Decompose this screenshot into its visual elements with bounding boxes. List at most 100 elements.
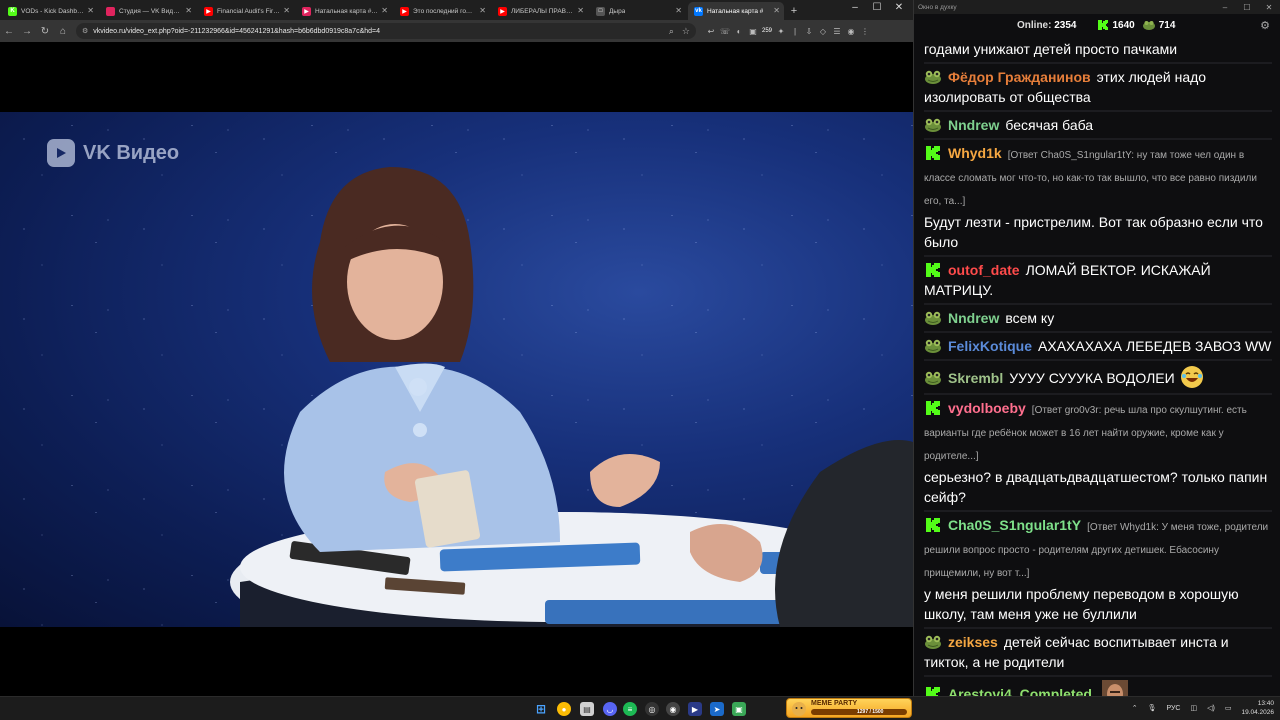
site-info-icon[interactable]: ⚙	[82, 27, 88, 35]
meme-party-title: MEME PARTY	[811, 700, 858, 707]
file-explorer-icon[interactable]: ▤	[580, 702, 594, 716]
extension-icon[interactable]: ☏	[718, 27, 732, 36]
browser-window: K VODs - Kick Dashboard ✕ Студия — VK Видео…	[0, 0, 913, 696]
telegram-icon[interactable]: ➤	[710, 702, 724, 716]
extension-icon[interactable]: ◇	[816, 27, 830, 36]
chat-message[interactable]: FelixKotique АХАХАХАХА ЛЕБЕДЕВ ЗАВОЗ WW	[924, 333, 1272, 361]
browser-tab[interactable]: K VODs - Kick Dashboard ✕	[2, 2, 98, 20]
chat-message[interactable]: годами унижают детей просто пачками	[924, 36, 1272, 64]
chat-message[interactable]: Arestovi4_Completed	[924, 677, 1272, 696]
forward-icon[interactable]: →	[18, 26, 36, 37]
chat-message-text: годами унижают детей просто пачками	[924, 41, 1178, 57]
cast-icon[interactable]: ☰	[830, 27, 844, 36]
close-window-icon[interactable]: ✕	[1258, 3, 1280, 12]
volume-icon[interactable]: ◁)	[1207, 704, 1215, 712]
tab-close-icon[interactable]: ✕	[87, 6, 94, 15]
clock[interactable]: 13:40 19.04.2026	[1241, 699, 1274, 717]
chat-username[interactable]: Nndrew	[948, 310, 999, 326]
face-emote	[1101, 680, 1128, 696]
chat-window-title: Окно в духку	[918, 3, 957, 11]
profile-icon[interactable]: ◉	[844, 27, 858, 36]
frog-badge-icon	[924, 69, 942, 85]
kick-badge-icon	[924, 145, 942, 161]
close-window-icon[interactable]: ✕	[888, 2, 910, 13]
bookmark-star-icon[interactable]: ☆	[682, 26, 690, 37]
tab-close-icon[interactable]: ✕	[773, 6, 780, 15]
app-icon[interactable]: ◉	[666, 702, 680, 716]
chat-username[interactable]: Cha0S_S1ngular1tY	[948, 517, 1081, 533]
tab-close-icon[interactable]: ✕	[381, 6, 388, 15]
extension-badge-icon[interactable]: 259	[760, 28, 774, 34]
extension-icon[interactable]: ↩	[704, 27, 718, 36]
chat-username[interactable]: Skrembl	[948, 370, 1003, 386]
tab-close-icon[interactable]: ✕	[675, 6, 682, 15]
vk-video-logo-text: VK Видео	[83, 141, 180, 164]
frog-viewers: 714	[1142, 20, 1175, 31]
windows-start-icon[interactable]: ⊞	[534, 702, 548, 716]
battery-icon[interactable]: ▭	[1225, 704, 1232, 712]
chevron-up-icon[interactable]: ⌃	[1132, 704, 1138, 712]
settings-gear-icon[interactable]: ⚙	[1260, 19, 1270, 32]
vk-studio-icon	[106, 6, 115, 16]
chat-username[interactable]: outof_date	[948, 262, 1020, 278]
tab-close-icon[interactable]: ✕	[283, 6, 290, 15]
chat-username[interactable]: vydolboeby	[948, 400, 1026, 416]
microphone-icon[interactable]: 🎙︎	[1148, 704, 1157, 712]
home-icon[interactable]: ⌂	[54, 26, 72, 37]
clock-date: 19.04.2026	[1241, 709, 1274, 716]
browser-tab[interactable]: ▶ ЛИБЕРАЛЫ ПРАВЫ ВС✕	[492, 2, 588, 20]
chat-username[interactable]: Arestovi4_Completed	[948, 686, 1092, 696]
tab-close-icon[interactable]: ✕	[479, 6, 486, 15]
chat-message[interactable]: Skrembl УУУУ СУУУКА ВОДОЛЕИ	[924, 361, 1272, 395]
browser-tab[interactable]: vk Натальная карта # ✕	[688, 2, 784, 20]
chat-message[interactable]: zeikses детей сейчас воспитывает инста и …	[924, 629, 1272, 677]
chrome-icon[interactable]: ●	[557, 702, 571, 716]
extension-icon[interactable]: ▣	[746, 27, 760, 36]
chat-username[interactable]: FelixKotique	[948, 338, 1032, 354]
chat-message[interactable]: Nndrew бесячая баба	[924, 112, 1272, 140]
chat-message[interactable]: Whyd1k [Ответ Cha0S_S1ngular1tY: ну там т…	[924, 140, 1272, 257]
tab-close-icon[interactable]: ✕	[185, 6, 192, 15]
chat-message-list[interactable]: годами унижают детей просто пачками Фёдор…	[914, 36, 1280, 696]
chat-message-text: УУУУ СУУУКА ВОДОЛЕИ	[1009, 370, 1175, 386]
tab-close-icon[interactable]: ✕	[577, 6, 584, 15]
maximize-icon[interactable]: ☐	[866, 2, 888, 13]
network-icon[interactable]: ◫	[1190, 704, 1197, 712]
meme-party-widget[interactable]: MEME PARTY 1297 / 1500	[786, 698, 912, 718]
minimize-icon[interactable]: –	[844, 2, 866, 13]
reload-icon[interactable]: ↻	[36, 26, 54, 37]
puzzle-icon[interactable]: ✦	[774, 27, 788, 36]
chat-header: Online: 2354 1640 714 ⚙	[914, 14, 1280, 36]
menu-icon[interactable]: ⋮	[858, 27, 872, 36]
browser-tab[interactable]: ▶ Это последний год Пу ✕	[394, 2, 490, 20]
browser-tab[interactable]: □ Дыра ✕	[590, 2, 686, 20]
chat-message[interactable]: Фёдор Гражданинов этих людей надо изолиро…	[924, 64, 1272, 112]
download-icon[interactable]: ⇩	[802, 27, 816, 36]
new-tab-button[interactable]: +	[786, 2, 802, 20]
chat-titlebar: Окно в духку – ☐ ✕	[914, 0, 1280, 14]
browser-tab[interactable]: ▶ Financial Audit's First F ✕	[198, 2, 294, 20]
language-indicator[interactable]: РУС	[1166, 705, 1180, 712]
browser-tab[interactable]: Студия — VK Видео Live✕	[100, 2, 196, 20]
maximize-icon[interactable]: ☐	[1236, 3, 1258, 12]
minimize-icon[interactable]: –	[1214, 3, 1236, 12]
discord-icon[interactable]: ◡	[603, 702, 617, 716]
chat-username[interactable]: Whyd1k	[948, 145, 1002, 161]
back-icon[interactable]: ←	[0, 26, 18, 37]
browser-tab[interactable]: ▶ Натальная карта #58 Л ✕	[296, 2, 392, 20]
spotify-icon[interactable]: ≡	[623, 702, 637, 716]
address-bar[interactable]: ⚙ vkvideo.ru/video_ext.php?oid=-21123296…	[76, 23, 696, 39]
chat-message[interactable]: Cha0S_S1ngular1tY [Ответ Whyd1k: У меня т…	[924, 512, 1272, 629]
chat-message[interactable]: outof_date ЛОМАЙ ВЕКТОР. ИСКАЖАЙ МАТРИЦУ.	[924, 257, 1272, 305]
obs-icon[interactable]: ◎	[645, 702, 659, 716]
video-player[interactable]: VK Видео	[0, 112, 913, 627]
chat-message[interactable]: Nndrew всем ку	[924, 305, 1272, 333]
zoom-icon[interactable]: ⌕	[669, 26, 674, 37]
chat-message[interactable]: vydolboeby [Ответ gro0v3r: речь шла про с…	[924, 395, 1272, 512]
media-player-icon[interactable]: ▶	[688, 702, 702, 716]
app-icon[interactable]: ▣	[732, 702, 746, 716]
chat-username[interactable]: Nndrew	[948, 117, 999, 133]
extension-icon[interactable]: ◐	[732, 27, 746, 36]
chat-username[interactable]: Фёдор Гражданинов	[948, 69, 1091, 85]
chat-username[interactable]: zeikses	[948, 634, 998, 650]
